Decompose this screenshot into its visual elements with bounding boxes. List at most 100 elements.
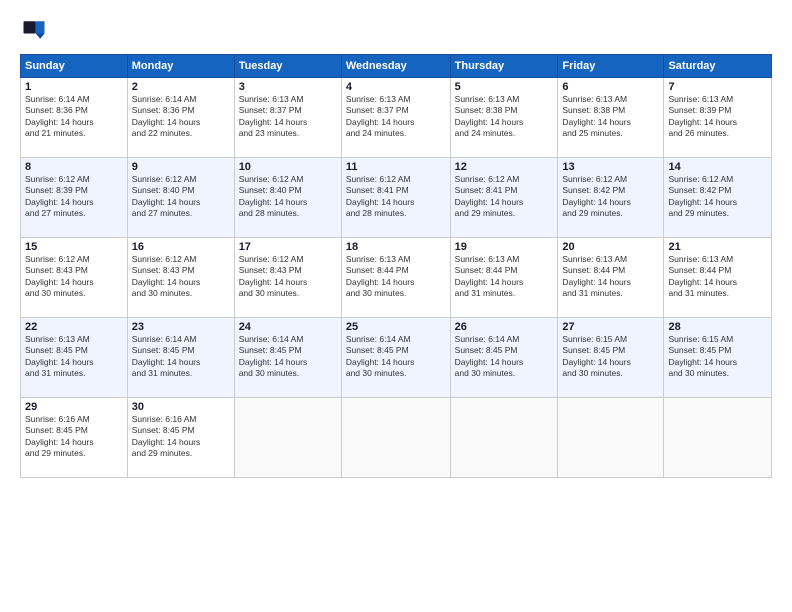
day-number: 2 [132, 81, 230, 93]
calendar-page: SundayMondayTuesdayWednesdayThursdayFrid… [0, 0, 792, 612]
day-number: 26 [455, 321, 554, 333]
day-info: Sunrise: 6:12 AM Sunset: 8:41 PM Dayligh… [455, 174, 554, 220]
day-cell: 9Sunrise: 6:12 AM Sunset: 8:40 PM Daylig… [127, 158, 234, 238]
day-cell: 11Sunrise: 6:12 AM Sunset: 8:41 PM Dayli… [341, 158, 450, 238]
day-info: Sunrise: 6:12 AM Sunset: 8:42 PM Dayligh… [668, 174, 767, 220]
day-cell: 19Sunrise: 6:13 AM Sunset: 8:44 PM Dayli… [450, 238, 558, 318]
day-cell: 25Sunrise: 6:14 AM Sunset: 8:45 PM Dayli… [341, 318, 450, 398]
day-number: 11 [346, 161, 446, 173]
day-cell: 30Sunrise: 6:16 AM Sunset: 8:45 PM Dayli… [127, 398, 234, 478]
day-cell: 23Sunrise: 6:14 AM Sunset: 8:45 PM Dayli… [127, 318, 234, 398]
day-info: Sunrise: 6:13 AM Sunset: 8:44 PM Dayligh… [346, 254, 446, 300]
week-row-5: 29Sunrise: 6:16 AM Sunset: 8:45 PM Dayli… [21, 398, 772, 478]
day-cell: 29Sunrise: 6:16 AM Sunset: 8:45 PM Dayli… [21, 398, 128, 478]
day-number: 13 [562, 161, 659, 173]
day-info: Sunrise: 6:13 AM Sunset: 8:45 PM Dayligh… [25, 334, 123, 380]
day-number: 4 [346, 81, 446, 93]
day-info: Sunrise: 6:13 AM Sunset: 8:38 PM Dayligh… [455, 94, 554, 140]
day-info: Sunrise: 6:13 AM Sunset: 8:39 PM Dayligh… [668, 94, 767, 140]
day-number: 27 [562, 321, 659, 333]
day-cell: 27Sunrise: 6:15 AM Sunset: 8:45 PM Dayli… [558, 318, 664, 398]
day-info: Sunrise: 6:14 AM Sunset: 8:36 PM Dayligh… [132, 94, 230, 140]
day-info: Sunrise: 6:13 AM Sunset: 8:37 PM Dayligh… [239, 94, 337, 140]
day-cell: 10Sunrise: 6:12 AM Sunset: 8:40 PM Dayli… [234, 158, 341, 238]
day-cell: 4Sunrise: 6:13 AM Sunset: 8:37 PM Daylig… [341, 78, 450, 158]
day-number: 30 [132, 401, 230, 413]
day-info: Sunrise: 6:16 AM Sunset: 8:45 PM Dayligh… [25, 414, 123, 460]
day-number: 12 [455, 161, 554, 173]
day-number: 1 [25, 81, 123, 93]
day-info: Sunrise: 6:12 AM Sunset: 8:43 PM Dayligh… [25, 254, 123, 300]
day-info: Sunrise: 6:12 AM Sunset: 8:43 PM Dayligh… [132, 254, 230, 300]
day-info: Sunrise: 6:13 AM Sunset: 8:44 PM Dayligh… [562, 254, 659, 300]
day-cell: 20Sunrise: 6:13 AM Sunset: 8:44 PM Dayli… [558, 238, 664, 318]
day-cell [450, 398, 558, 478]
day-number: 18 [346, 241, 446, 253]
day-cell: 13Sunrise: 6:12 AM Sunset: 8:42 PM Dayli… [558, 158, 664, 238]
day-cell: 3Sunrise: 6:13 AM Sunset: 8:37 PM Daylig… [234, 78, 341, 158]
week-row-2: 8Sunrise: 6:12 AM Sunset: 8:39 PM Daylig… [21, 158, 772, 238]
day-cell: 28Sunrise: 6:15 AM Sunset: 8:45 PM Dayli… [664, 318, 772, 398]
day-cell: 24Sunrise: 6:14 AM Sunset: 8:45 PM Dayli… [234, 318, 341, 398]
day-number: 8 [25, 161, 123, 173]
day-number: 7 [668, 81, 767, 93]
day-info: Sunrise: 6:14 AM Sunset: 8:45 PM Dayligh… [455, 334, 554, 380]
header-cell-wednesday: Wednesday [341, 55, 450, 78]
page-header [20, 16, 772, 44]
day-info: Sunrise: 6:12 AM Sunset: 8:42 PM Dayligh… [562, 174, 659, 220]
day-number: 28 [668, 321, 767, 333]
header-row: SundayMondayTuesdayWednesdayThursdayFrid… [21, 55, 772, 78]
day-number: 21 [668, 241, 767, 253]
calendar-body: 1 Sunrise: 6:14 AM Sunset: 8:36 PM Daylig… [21, 78, 772, 478]
day-cell: 15Sunrise: 6:12 AM Sunset: 8:43 PM Dayli… [21, 238, 128, 318]
day-cell: 18Sunrise: 6:13 AM Sunset: 8:44 PM Dayli… [341, 238, 450, 318]
day-number: 20 [562, 241, 659, 253]
day-info: Sunrise: 6:16 AM Sunset: 8:45 PM Dayligh… [132, 414, 230, 460]
day-cell: 21Sunrise: 6:13 AM Sunset: 8:44 PM Dayli… [664, 238, 772, 318]
day-number: 14 [668, 161, 767, 173]
day-number: 17 [239, 241, 337, 253]
day-number: 29 [25, 401, 123, 413]
day-info: Sunrise: 6:12 AM Sunset: 8:41 PM Dayligh… [346, 174, 446, 220]
calendar-header: SundayMondayTuesdayWednesdayThursdayFrid… [21, 55, 772, 78]
header-cell-tuesday: Tuesday [234, 55, 341, 78]
day-number: 3 [239, 81, 337, 93]
day-cell: 12Sunrise: 6:12 AM Sunset: 8:41 PM Dayli… [450, 158, 558, 238]
day-info: Sunrise: 6:14 AM Sunset: 8:45 PM Dayligh… [346, 334, 446, 380]
day-number: 10 [239, 161, 337, 173]
day-cell: 6Sunrise: 6:13 AM Sunset: 8:38 PM Daylig… [558, 78, 664, 158]
day-cell: 17Sunrise: 6:12 AM Sunset: 8:43 PM Dayli… [234, 238, 341, 318]
day-info: Sunrise: 6:13 AM Sunset: 8:44 PM Dayligh… [455, 254, 554, 300]
week-row-1: 1 Sunrise: 6:14 AM Sunset: 8:36 PM Daylig… [21, 78, 772, 158]
day-cell [664, 398, 772, 478]
day-cell [558, 398, 664, 478]
day-info: Sunrise: 6:13 AM Sunset: 8:37 PM Dayligh… [346, 94, 446, 140]
day-info: Sunrise: 6:14 AM Sunset: 8:45 PM Dayligh… [132, 334, 230, 380]
day-cell: 1Sunrise: 6:14 AM Sunset: 8:36 PM Daylig… [21, 78, 128, 158]
week-row-4: 22Sunrise: 6:13 AM Sunset: 8:45 PM Dayli… [21, 318, 772, 398]
day-cell: 16Sunrise: 6:12 AM Sunset: 8:43 PM Dayli… [127, 238, 234, 318]
day-info: Sunrise: 6:14 AM Sunset: 8:45 PM Dayligh… [239, 334, 337, 380]
header-cell-friday: Friday [558, 55, 664, 78]
week-row-3: 15Sunrise: 6:12 AM Sunset: 8:43 PM Dayli… [21, 238, 772, 318]
day-cell: 8Sunrise: 6:12 AM Sunset: 8:39 PM Daylig… [21, 158, 128, 238]
header-cell-monday: Monday [127, 55, 234, 78]
day-info: Sunrise: 6:12 AM Sunset: 8:43 PM Dayligh… [239, 254, 337, 300]
calendar-table: SundayMondayTuesdayWednesdayThursdayFrid… [20, 54, 772, 478]
day-info: Sunrise: 6:15 AM Sunset: 8:45 PM Dayligh… [562, 334, 659, 380]
day-number: 5 [455, 81, 554, 93]
header-cell-saturday: Saturday [664, 55, 772, 78]
day-info: Sunrise: 6:15 AM Sunset: 8:45 PM Dayligh… [668, 334, 767, 380]
day-cell [234, 398, 341, 478]
day-cell: 26Sunrise: 6:14 AM Sunset: 8:45 PM Dayli… [450, 318, 558, 398]
logo-icon [20, 16, 48, 44]
day-cell: 7Sunrise: 6:13 AM Sunset: 8:39 PM Daylig… [664, 78, 772, 158]
day-cell: 22Sunrise: 6:13 AM Sunset: 8:45 PM Dayli… [21, 318, 128, 398]
day-number: 23 [132, 321, 230, 333]
day-cell: 2Sunrise: 6:14 AM Sunset: 8:36 PM Daylig… [127, 78, 234, 158]
day-info: Sunrise: 6:12 AM Sunset: 8:39 PM Dayligh… [25, 174, 123, 220]
day-number: 25 [346, 321, 446, 333]
logo [20, 16, 48, 44]
day-info: Sunrise: 6:12 AM Sunset: 8:40 PM Dayligh… [132, 174, 230, 220]
day-cell: 14Sunrise: 6:12 AM Sunset: 8:42 PM Dayli… [664, 158, 772, 238]
